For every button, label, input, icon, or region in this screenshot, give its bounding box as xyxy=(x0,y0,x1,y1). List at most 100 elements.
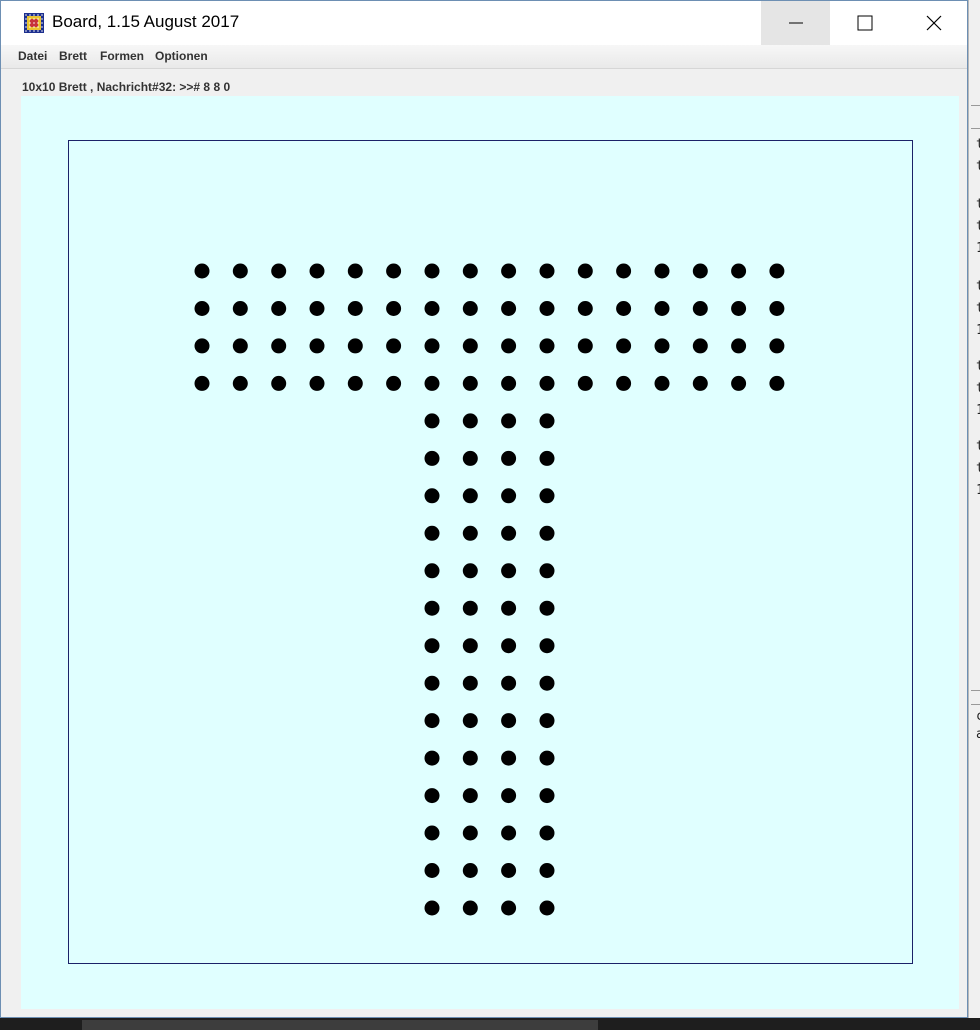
board-dot xyxy=(501,375,517,391)
board-dot xyxy=(539,450,555,466)
board-dot xyxy=(309,375,325,391)
board-dot xyxy=(462,375,478,391)
board-dot xyxy=(501,675,517,691)
board-dot xyxy=(769,375,785,391)
title-bar[interactable]: Board, 1.15 August 2017 xyxy=(1,1,967,45)
background-text-fragment: t xyxy=(976,280,980,293)
board-dot xyxy=(424,825,440,841)
board-dot xyxy=(462,750,478,766)
board-app-icon xyxy=(24,13,44,33)
board-dot xyxy=(501,638,517,654)
board-dot xyxy=(424,713,440,729)
board-dot xyxy=(424,301,440,316)
board-dot xyxy=(424,638,440,654)
board-dot xyxy=(347,338,363,354)
board-window: Board, 1.15 August 2017 Datei Brett Form… xyxy=(0,0,968,1018)
board-dot xyxy=(424,263,440,279)
board-dot xyxy=(577,263,593,279)
board-dot xyxy=(577,301,593,316)
board-dot xyxy=(501,563,517,579)
board-dot xyxy=(462,788,478,804)
board-dot xyxy=(271,263,287,279)
board-dot xyxy=(309,263,325,279)
board-dot xyxy=(539,675,555,691)
board-dot xyxy=(539,638,555,654)
board-dot xyxy=(424,900,440,916)
board-dot xyxy=(501,863,517,878)
board-dot xyxy=(501,338,517,354)
board-dot xyxy=(539,563,555,579)
menu-optionen[interactable]: Optionen xyxy=(155,49,208,63)
maximize-button[interactable] xyxy=(830,1,899,45)
scrollbar-fragment xyxy=(82,1020,598,1030)
close-button[interactable] xyxy=(899,1,968,45)
board-dot xyxy=(386,375,402,391)
board-dot xyxy=(194,301,210,316)
background-text-fragment: a xyxy=(976,728,980,741)
board-dot xyxy=(501,600,517,616)
board-dot xyxy=(692,301,708,316)
board-dot xyxy=(539,600,555,616)
board-dot xyxy=(654,375,670,391)
menu-bar: Datei Brett Formen Optionen xyxy=(1,45,967,69)
menu-brett[interactable]: Brett xyxy=(59,49,87,63)
board-dot xyxy=(501,750,517,766)
background-text-fragment: t xyxy=(976,138,980,151)
board-dot xyxy=(616,338,632,354)
background-text-fragment: t xyxy=(976,462,980,475)
board-dot xyxy=(462,263,478,279)
board-dot xyxy=(731,375,747,391)
board-dot xyxy=(616,301,632,316)
board-dot xyxy=(232,338,248,354)
board-dot xyxy=(347,301,363,316)
board-dot xyxy=(462,450,478,466)
board-dot xyxy=(501,900,517,916)
background-text-fragment: t xyxy=(976,440,980,453)
minimize-button[interactable] xyxy=(761,1,830,45)
board-dot xyxy=(232,375,248,391)
board-dot xyxy=(539,263,555,279)
board-dot xyxy=(424,750,440,766)
board-dot xyxy=(539,338,555,354)
board-dot xyxy=(539,301,555,316)
board-dot xyxy=(424,450,440,466)
board-dot xyxy=(539,488,555,504)
menu-datei[interactable]: Datei xyxy=(18,49,47,63)
menu-formen[interactable]: Formen xyxy=(100,49,144,63)
board-dot xyxy=(501,713,517,729)
board-dot xyxy=(424,413,440,429)
board-dot xyxy=(194,375,210,391)
board-dot xyxy=(654,338,670,354)
board-dot xyxy=(347,375,363,391)
background-text-fragment: 1 xyxy=(976,242,980,255)
board-dot xyxy=(539,788,555,804)
board-dot xyxy=(501,488,517,504)
board-dot xyxy=(731,338,747,354)
board-dot xyxy=(654,263,670,279)
board-dot xyxy=(462,675,478,691)
background-text-fragment: t xyxy=(976,360,980,373)
background-text-fragment: t xyxy=(976,160,980,173)
board-canvas[interactable] xyxy=(21,96,959,1009)
board-dot xyxy=(692,263,708,279)
minimize-icon xyxy=(788,22,803,24)
board-dot xyxy=(462,563,478,579)
board-dot xyxy=(577,338,593,354)
board-dot xyxy=(539,825,555,841)
board-dot xyxy=(232,263,248,279)
board-dot xyxy=(462,900,478,916)
board-dot xyxy=(424,375,440,391)
board-dot xyxy=(501,788,517,804)
board-dot xyxy=(462,825,478,841)
background-text-fragment: 1 xyxy=(976,484,980,497)
board-dot xyxy=(462,863,478,878)
board-dot xyxy=(769,338,785,354)
board-dots xyxy=(194,263,785,916)
board-dot xyxy=(386,301,402,316)
board-dot xyxy=(501,825,517,841)
board-dot xyxy=(194,338,210,354)
board-dot xyxy=(731,263,747,279)
board-dot xyxy=(501,413,517,429)
board-dot xyxy=(462,600,478,616)
background-divider xyxy=(971,690,980,691)
